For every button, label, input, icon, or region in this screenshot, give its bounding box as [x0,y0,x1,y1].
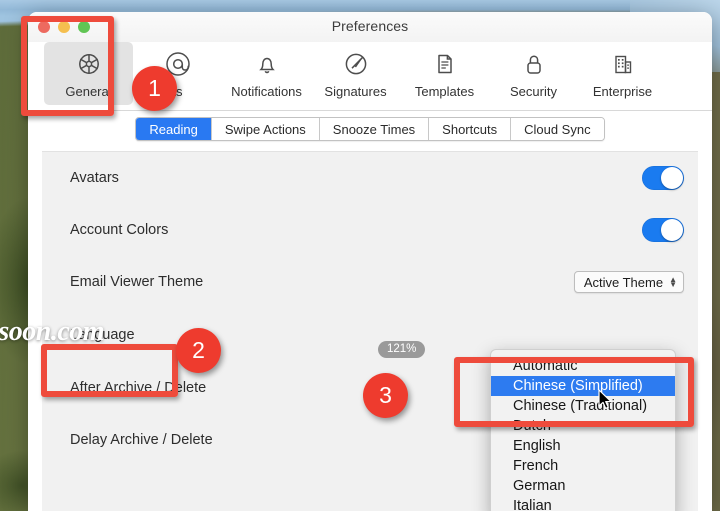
window-title: Preferences [331,18,409,34]
toolbar-item-label: Signatures [324,84,387,99]
mouse-cursor [598,389,613,415]
avatars-toggle[interactable] [642,166,684,190]
document-icon [430,48,460,80]
menu-item-french[interactable]: French [491,456,675,476]
preferences-toolbar: General ts Notifications Signatures Temp… [28,42,712,111]
toolbar-item-templates[interactable]: Templates [400,42,489,105]
account-colors-toggle[interactable] [642,218,684,242]
settings-row-email-viewer-theme: Email Viewer Theme Active Theme ▲ ▼ [42,256,698,308]
toolbar-item-label: Enterprise [592,84,653,99]
popup-value: Active Theme [583,274,664,290]
toggle-knob [661,167,683,189]
tab-snooze-times[interactable]: Snooze Times [319,118,430,140]
settings-row-avatars: Avatars [42,152,698,204]
toolbar-item-enterprise[interactable]: Enterprise [578,42,667,105]
toolbar-item-signatures[interactable]: Signatures [311,42,400,105]
chevron-updown-icon: ▲ ▼ [669,275,677,289]
toolbar-item-label: Security [510,84,557,99]
tab-group: Reading Swipe Actions Snooze Times Short… [135,117,605,141]
row-label: Avatars [70,170,119,186]
tab-reading[interactable]: Reading [136,118,212,140]
settings-row-account-colors: Account Colors [42,204,698,256]
window-titlebar: Preferences [28,12,712,42]
toolbar-item-label: Notifications [231,84,302,99]
tab-cloud-sync[interactable]: Cloud Sync [511,118,604,140]
screenshot-root: Preferences General ts Notifications Sig… [0,0,720,511]
menu-item-italian[interactable]: Italian [491,496,675,511]
row-label: Account Colors [70,222,169,238]
annotation-badge-1: 1 [132,66,177,111]
email-viewer-theme-popup[interactable]: Active Theme ▲ ▼ [573,271,684,293]
building-icon [608,48,638,80]
menu-item-german[interactable]: German [491,476,675,496]
bell-icon [252,48,282,80]
tab-shortcuts[interactable]: Shortcuts [429,118,512,140]
annotation-box-general [21,16,114,116]
toolbar-item-notifications[interactable]: Notifications [222,42,311,105]
tab-strip: Reading Swipe Actions Snooze Times Short… [28,111,712,145]
lock-icon [519,48,549,80]
annotation-box-chinese-options [454,357,694,427]
signature-pen-icon [341,48,371,80]
zoom-level-badge: 121% [378,341,426,358]
menu-item-english[interactable]: English [491,436,675,456]
toolbar-item-security[interactable]: Security [489,42,578,105]
toggle-knob [661,219,683,241]
row-label: Email Viewer Theme [70,274,204,290]
annotation-badge-3: 3 [363,373,408,418]
annotation-box-language [41,344,178,397]
row-label: Delay Archive / Delete [70,432,213,448]
annotation-badge-2: 2 [176,328,221,373]
tab-swipe-actions[interactable]: Swipe Actions [211,118,320,140]
toolbar-item-label: Templates [414,84,475,99]
